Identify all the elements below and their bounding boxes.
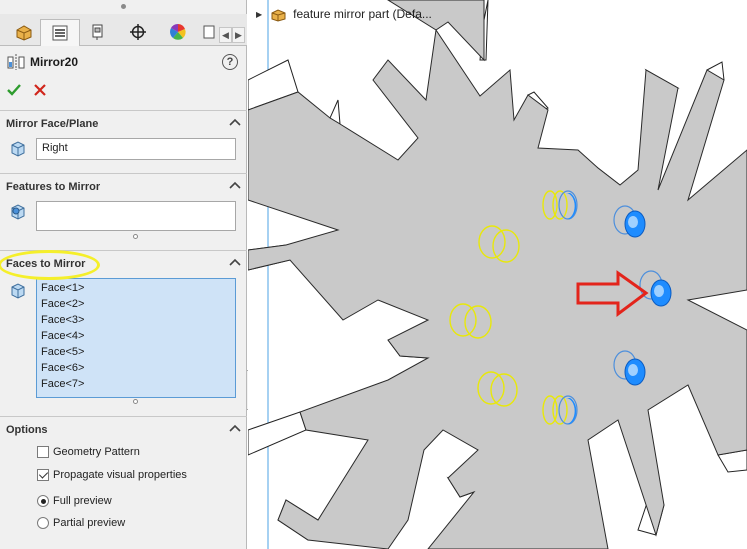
partial-preview-radio[interactable]: [37, 517, 49, 529]
propagate-visual-label: Propagate visual properties: [53, 469, 187, 481]
property-manager-title: Mirror20: [30, 55, 79, 69]
list-item[interactable]: Face<5>: [37, 344, 235, 360]
dimxpert-manager-tab[interactable]: [118, 19, 158, 45]
faces-heading-highlight: [0, 250, 100, 280]
flyout-feature-tree[interactable]: ▶ feature mirror part (Defa...: [256, 5, 432, 23]
collapse-chevron-icon[interactable]: [229, 180, 241, 190]
collapse-chevron-icon[interactable]: [229, 117, 241, 127]
property-manager-tab[interactable]: [40, 19, 80, 46]
snowflake-top-face: [248, 0, 747, 549]
partial-preview-label: Partial preview: [53, 517, 126, 529]
tab-scroll-right-icon[interactable]: ▶: [232, 27, 245, 43]
crosshair-icon: [130, 24, 146, 40]
configuration-manager-tab[interactable]: [78, 19, 118, 45]
list-item[interactable]: Face<4>: [37, 328, 235, 344]
geometry-pattern-option[interactable]: Geometry Pattern: [37, 444, 140, 460]
help-icon[interactable]: ?: [222, 54, 238, 70]
list-item[interactable]: Face<2>: [37, 296, 235, 312]
grip-dot: [121, 4, 126, 9]
mirror-feature-icon: [7, 54, 25, 70]
collapse-chevron-icon[interactable]: [229, 423, 241, 433]
part-name-label: feature mirror part (Defa...: [293, 7, 432, 21]
list-resize-handle[interactable]: [133, 234, 138, 239]
tree-expand-icon[interactable]: ▶: [256, 10, 262, 19]
full-preview-label: Full preview: [53, 495, 112, 507]
display-manager-tab[interactable]: [158, 19, 198, 45]
faces-to-mirror-list[interactable]: Face<1> Face<2> Face<3> Face<4> Face<5> …: [36, 278, 236, 398]
features-to-mirror-group: Features to Mirror: [0, 173, 247, 250]
list-item[interactable]: Face<1>: [37, 280, 235, 296]
color-wheel-icon: [170, 23, 186, 40]
cancel-x-icon[interactable]: [32, 82, 48, 98]
propagate-visual-option[interactable]: Propagate visual properties: [37, 467, 187, 483]
mirror-face-plane-heading: Mirror Face/Plane: [6, 118, 99, 130]
collapse-chevron-icon[interactable]: [229, 257, 241, 267]
tab-scroll-left-icon[interactable]: ◀: [219, 27, 232, 43]
face-selection-icon: [11, 141, 25, 157]
property-manager-header: Mirror20 ?: [0, 48, 247, 76]
full-preview-radio[interactable]: [37, 495, 49, 507]
graphics-viewport[interactable]: ▶ feature mirror part (Defa...: [248, 0, 747, 549]
features-to-mirror-field[interactable]: [36, 201, 236, 231]
options-heading: Options: [6, 424, 48, 436]
configuration-icon: [92, 24, 103, 40]
propagate-visual-checkbox[interactable]: [37, 469, 49, 481]
list-item[interactable]: Face<7>: [37, 376, 235, 392]
geometry-pattern-label: Geometry Pattern: [53, 446, 140, 458]
more-tab-icon: [203, 25, 215, 39]
mirror-face-plane-group: Mirror Face/Plane Right: [0, 110, 247, 173]
property-manager-panel: ◀ ▶ Mirror20 ? Mirror Face/Plane Right F: [0, 0, 247, 549]
tab-scroll: ◀ ▶: [219, 27, 245, 43]
manager-tab-bar: ◀ ▶: [0, 14, 247, 46]
geometry-pattern-checkbox[interactable]: [37, 446, 49, 458]
feature-tree-icon: [16, 25, 32, 41]
list-item[interactable]: Face<6>: [37, 360, 235, 376]
panel-grip[interactable]: [0, 0, 247, 14]
property-list-icon: [52, 25, 68, 41]
mirror-face-plane-field[interactable]: Right: [36, 138, 236, 160]
part-icon: [271, 8, 286, 22]
more-tab[interactable]: [200, 19, 218, 45]
features-to-mirror-heading: Features to Mirror: [6, 181, 101, 193]
list-resize-handle[interactable]: [133, 399, 138, 404]
full-preview-option[interactable]: Full preview: [37, 493, 112, 509]
mirror-face-plane-value: Right: [42, 142, 68, 154]
ok-checkmark-icon[interactable]: [6, 82, 22, 98]
feature-selection-icon: [11, 204, 25, 220]
model-scene: [248, 0, 747, 549]
face-selection-icon: [11, 283, 25, 299]
feature-manager-tab[interactable]: [4, 19, 44, 45]
list-item[interactable]: Face<3>: [37, 312, 235, 328]
partial-preview-option[interactable]: Partial preview: [37, 515, 125, 531]
